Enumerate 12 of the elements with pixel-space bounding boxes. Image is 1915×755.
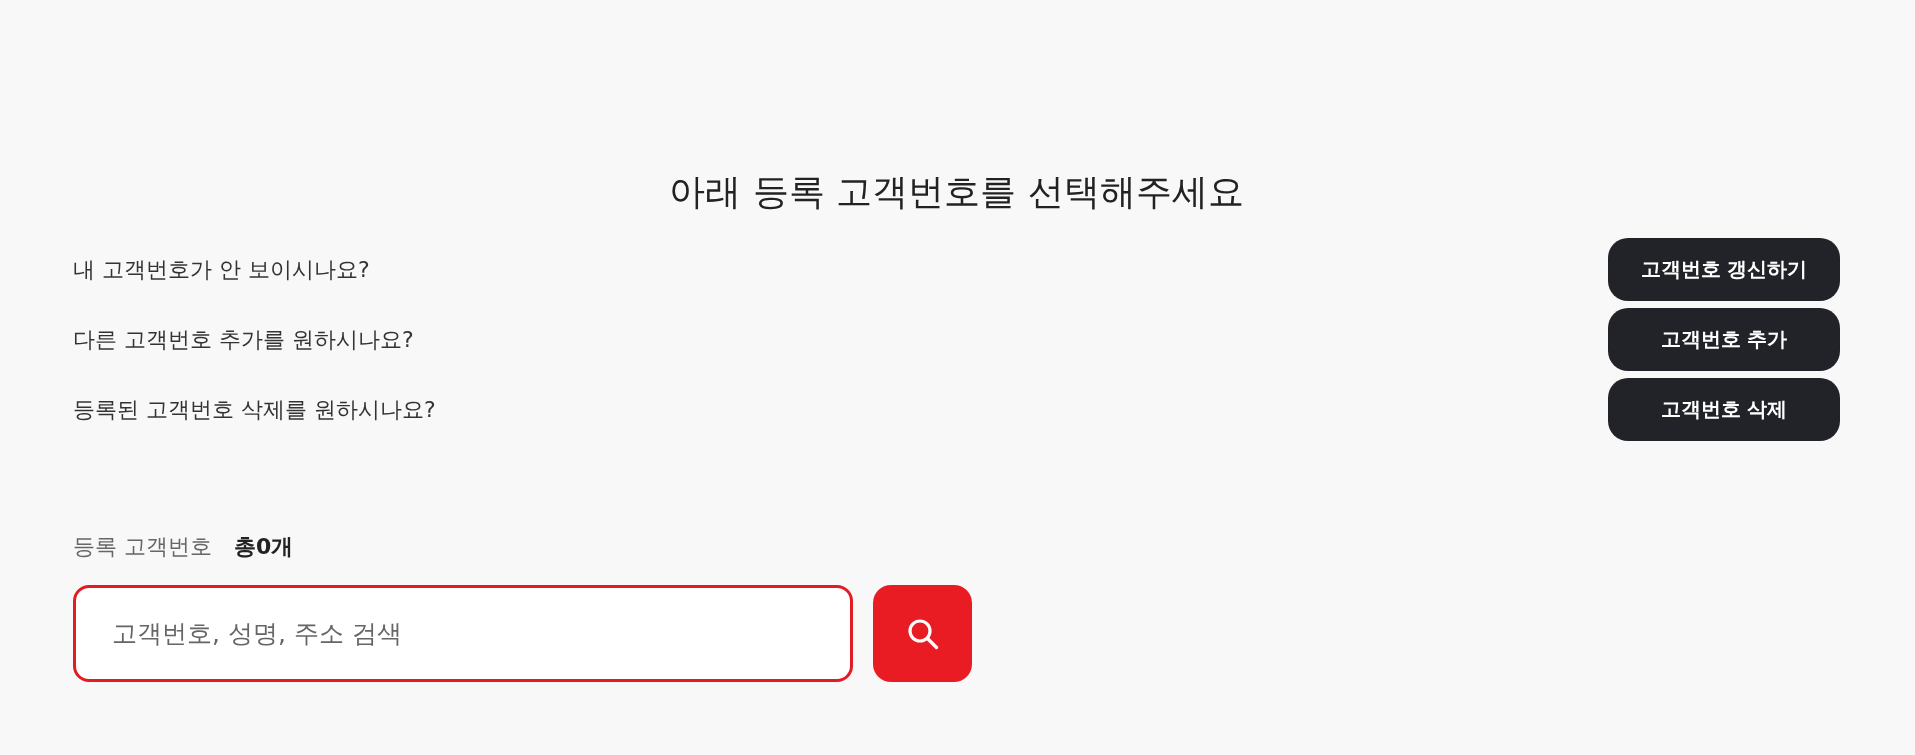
search-icon (906, 617, 939, 650)
question-text: 내 고객번호가 안 보이시나요? (73, 255, 370, 284)
action-button[interactable]: 고객번호 추가 (1608, 308, 1840, 371)
action-button[interactable]: 고객번호 갱신하기 (1608, 238, 1840, 301)
registered-label: 등록 고객번호 (73, 533, 212, 561)
action-button[interactable]: 고객번호 삭제 (1608, 378, 1840, 441)
search-field[interactable]: 고객번호, 성명, 주소 검색 (73, 585, 853, 682)
registered-count: 총0개 (234, 533, 294, 561)
question-text: 다른 고객번호 추가를 원하시나요? (73, 325, 414, 354)
search-button[interactable] (873, 585, 972, 682)
page-title: 아래 등록 고객번호를 선택해주세요 (668, 170, 1245, 214)
question-text: 등록된 고객번호 삭제를 원하시나요? (73, 395, 436, 424)
